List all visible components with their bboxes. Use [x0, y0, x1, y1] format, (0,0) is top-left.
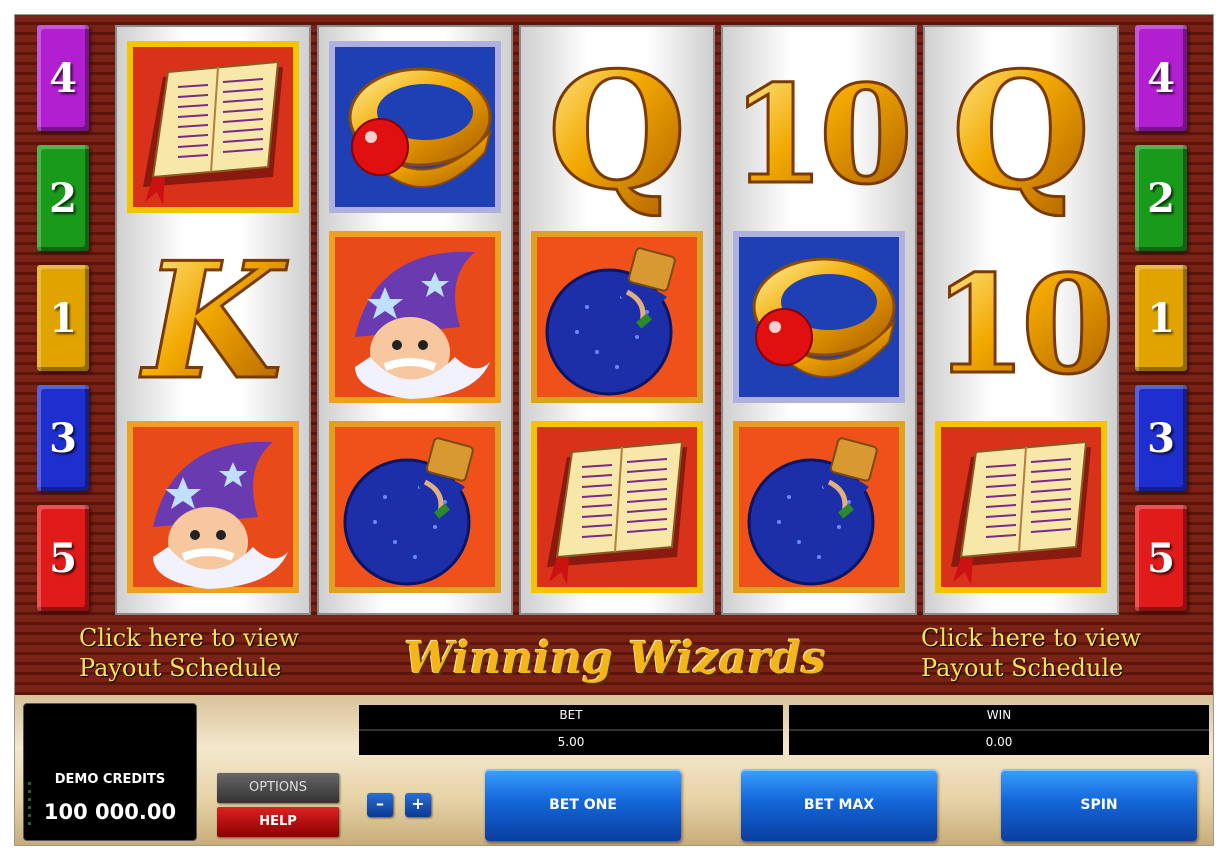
bet-one-button[interactable]: BET ONE [485, 769, 681, 841]
symbol-potion [729, 417, 909, 597]
credits-value: 100 000.00 [43, 800, 177, 824]
svg-text:K: K [139, 227, 288, 407]
reels: K Q 10 Q 10 [115, 25, 1119, 617]
win-value: 0.00 [985, 735, 1013, 749]
paylines-right: 4 2 1 3 5 [1135, 25, 1191, 625]
paylines-left: 4 2 1 3 5 [37, 25, 93, 625]
options-button[interactable]: OPTIONS [217, 773, 339, 803]
payline-1-button-right[interactable]: 1 [1135, 265, 1187, 371]
payline-4-button-right[interactable]: 4 [1135, 25, 1187, 131]
credits-label: DEMO CREDITS [54, 772, 166, 787]
slot-machine-frame: 4 2 1 3 5 4 2 1 3 5 K Q 10 Q 10 Click here to view P… [14, 14, 1214, 846]
reel-1: K [115, 25, 311, 615]
control-panel: DEMO CREDITS 100 000.00 OPTIONS HELP – +… [15, 695, 1213, 845]
payline-5-button-left[interactable]: 5 [37, 505, 89, 611]
title-row: Click here to view Payout Schedule Winni… [15, 623, 1213, 693]
payline-2-button-right[interactable]: 2 [1135, 145, 1187, 251]
symbol-book [527, 417, 707, 597]
symbol-letter-Q: Q [931, 37, 1111, 217]
help-button[interactable]: HELP [217, 807, 339, 837]
payline-2-button-left[interactable]: 2 [37, 145, 89, 251]
svg-text:Q: Q [547, 37, 686, 217]
symbol-potion [527, 227, 707, 407]
symbol-ring [325, 37, 505, 217]
payout-link-line1: Click here to view [921, 624, 1141, 652]
reel-5: Q 10 [923, 25, 1119, 615]
symbol-book [931, 417, 1111, 597]
svg-text:10: 10 [731, 55, 907, 214]
payline-3-button-left[interactable]: 3 [37, 385, 89, 491]
symbol-letter-10: 10 [931, 227, 1111, 407]
reel-4: 10 [721, 25, 917, 615]
increase-bet-button[interactable]: + [405, 793, 431, 817]
bet-label: BET [559, 708, 583, 722]
payout-link-line2: Payout Schedule [921, 654, 1124, 682]
decrease-bet-button[interactable]: – [367, 793, 393, 817]
bet-display: BET 5.00 [359, 705, 783, 755]
symbol-letter-10: 10 [729, 37, 909, 217]
payline-1-button-left[interactable]: 1 [37, 265, 89, 371]
reel-3: Q [519, 25, 715, 615]
payout-link-line2: Payout Schedule [79, 654, 282, 682]
symbol-potion [325, 417, 505, 597]
reel-2 [317, 25, 513, 615]
symbol-book [123, 37, 303, 217]
symbol-wizard [123, 417, 303, 597]
win-label: WIN [986, 708, 1012, 722]
payline-4-button-left[interactable]: 4 [37, 25, 89, 131]
payline-3-button-right[interactable]: 3 [1135, 385, 1187, 491]
payout-link-line1: Click here to view [79, 624, 299, 652]
payout-schedule-link-left[interactable]: Click here to view Payout Schedule [79, 623, 339, 683]
symbol-letter-K: K [123, 227, 303, 407]
reel-area-background: 4 2 1 3 5 4 2 1 3 5 K Q 10 Q 10 Click here to view P… [15, 15, 1213, 695]
credits-display: DEMO CREDITS 100 000.00 [23, 703, 197, 841]
svg-text:10: 10 [933, 245, 1109, 404]
svg-text:Q: Q [951, 37, 1090, 217]
win-display: WIN 0.00 [789, 705, 1209, 755]
bet-max-button[interactable]: BET MAX [741, 769, 937, 841]
bet-value: 5.00 [557, 735, 585, 749]
payline-5-button-right[interactable]: 5 [1135, 505, 1187, 611]
symbol-letter-Q: Q [527, 37, 707, 217]
spin-button[interactable]: SPIN [1001, 769, 1197, 841]
symbol-wizard [325, 227, 505, 407]
symbol-ring [729, 227, 909, 407]
game-title: Winning Wizards [404, 633, 826, 684]
payout-schedule-link-right[interactable]: Click here to view Payout Schedule [921, 623, 1181, 683]
